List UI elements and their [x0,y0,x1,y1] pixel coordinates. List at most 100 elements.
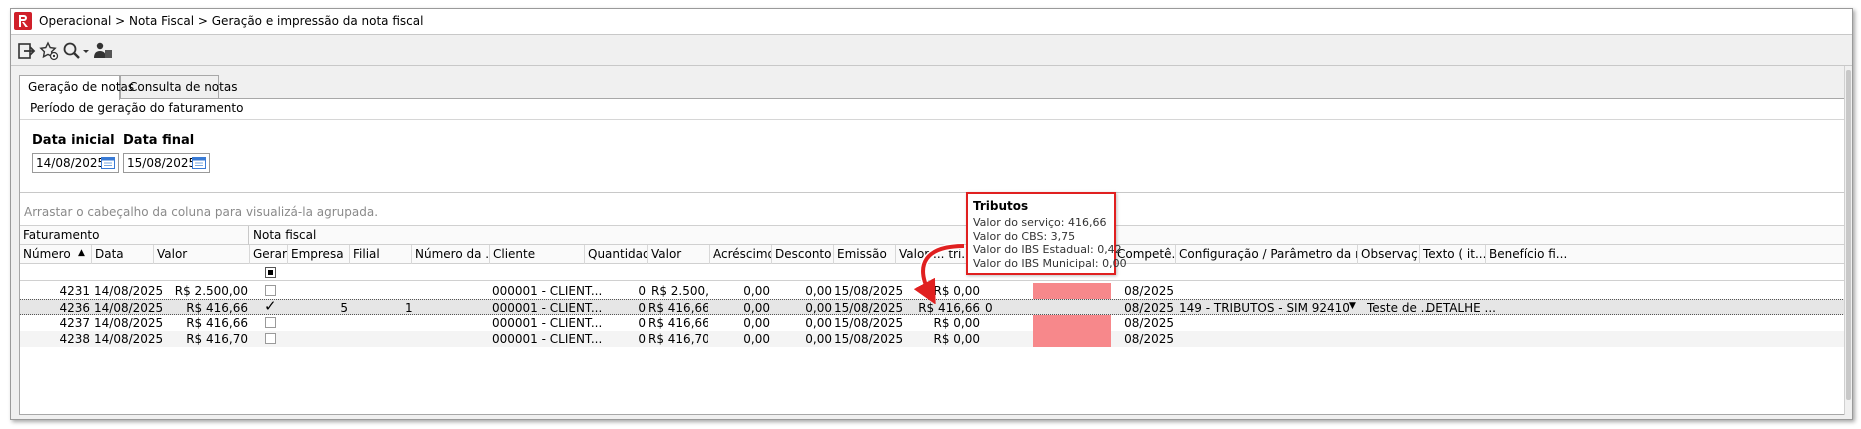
cell-valor: R$ 416,66 [186,301,248,315]
tooltip-title: Tributos [973,199,1029,213]
divider [20,119,1845,120]
calendar-icon[interactable] [192,157,206,169]
start-date-value: 14/08/2025 [36,156,106,170]
tab-consulta-notas[interactable]: Consulta de notas [120,75,237,99]
dropdown-arrow-icon[interactable]: ▼ [1349,301,1356,311]
tooltip-line: Valor do IBS Municipal: 0,00 [973,256,1127,270]
col-valor[interactable]: Valor [154,245,250,264]
cell-acrescimo: 0,00 [743,284,770,298]
cell-quantidade: 0 [638,332,646,346]
cell-filial: 1 [405,301,413,315]
cell-data: 14/08/2025 [94,332,164,346]
col-valor-nf[interactable]: Valor [648,245,710,264]
table-row[interactable]: 4237 14/08/2025 R$ 416,66 000001 - CLIEN… [20,315,1845,331]
cell-emissao: 15/08/2025 [834,332,904,346]
checkmark-icon[interactable]: ✓ [264,297,277,315]
col-texto[interactable]: Texto ( it... [1420,245,1486,264]
cell-emissao: 15/08/2025 [834,284,904,298]
search-icon[interactable] [62,41,90,61]
cell-data: 14/08/2025 [94,301,164,315]
exit-icon[interactable] [16,41,36,61]
band-faturamento[interactable]: Faturamento [20,226,249,245]
cell-valor: R$ 416,66 [186,316,248,330]
cell-emissao: 15/08/2025 [834,301,904,315]
table-row[interactable]: 4238 14/08/2025 R$ 416,70 000001 - CLIEN… [20,331,1845,347]
tab-geracao-notas[interactable]: Geração de notas [19,75,134,100]
cell-valor-tributos: R$ 0,00 [933,332,980,346]
vertical-scrollbar[interactable] [1844,66,1852,415]
tributos-tooltip: Tributos Valor do serviço: 416,66 Valor … [966,192,1127,275]
period-group-title: Período de geração do faturamento [30,101,244,115]
calendar-icon[interactable] [101,157,115,169]
cell-competencia: 08/2025 [1124,316,1174,330]
cell-emissao: 15/08/2025 [834,316,904,330]
col-acrescimo[interactable]: Acréscimo [710,245,772,264]
cell-valor-nf: R$ 2.500,... [651,284,709,298]
period-group: Período de geração do faturamento Data i… [20,99,1845,193]
cell-desconto: 0,00 [805,316,832,330]
cell-competencia: 08/2025 [1124,301,1174,315]
cell-quantidade: 0 [638,316,646,330]
cell-desconto: 0,00 [805,332,832,346]
cell-numero: 4238 [59,332,90,346]
cell-observacao: Teste de ... [1367,301,1433,315]
cell-valor: R$ 416,70 [186,332,248,346]
col-cliente[interactable]: Cliente [490,245,585,264]
end-date-value: 15/08/2025 [127,156,197,170]
col-numero-nf[interactable]: Número da ... [412,245,490,264]
group-by-hint[interactable]: Arrastar o cabeçalho da coluna para visu… [24,205,378,219]
cell-valor-nf: R$ 416,70 [648,332,708,346]
cell-empresa: 5 [340,301,348,315]
col-filial[interactable]: Filial [350,245,412,264]
title-bar: Operacional > Nota Fiscal > Geração e im… [11,9,1852,35]
col-gerar[interactable]: Gerar [250,245,288,264]
col-configuracao[interactable]: Configuração / Parâmetro da nota... [1176,245,1358,264]
cell-quantidade: 0 [638,284,646,298]
gerar-checkbox[interactable] [265,285,276,296]
col-desconto[interactable]: Desconto [772,245,834,264]
cell-texto: DETALHE ... [1426,301,1496,315]
cell-quantidade: 0 [638,301,646,315]
scrollbar-thumb[interactable] [1846,70,1851,400]
cell-data: 14/08/2025 [94,284,164,298]
col-quantidade[interactable]: Quantidade [585,245,648,264]
cell-valor-nf: R$ 416,66 [648,301,708,315]
gerar-checkbox[interactable] [265,317,276,328]
select-all-checkbox[interactable] [265,267,276,278]
start-date-field[interactable]: 14/08/2025 [32,153,119,173]
tooltip-line: Valor do serviço: 416,66 [973,216,1107,229]
cell-configuracao[interactable]: 149 - TRIBUTOS - SIM 92410 [1179,301,1350,315]
cell-acrescimo: 0,00 [743,316,770,330]
col-data[interactable]: Data [92,245,154,264]
cell-numero: 4237 [59,316,90,330]
cell-valor: R$ 2.500,00 [174,284,248,298]
cell-acrescimo: 0,00 [743,301,770,315]
user-icon[interactable] [93,41,113,61]
cell-valor-tributos: R$ 0,00 [933,316,980,330]
tooltip-line: Valor do IBS Estadual: 0,42 [973,243,1122,257]
cell-desconto: 0,00 [805,284,832,298]
col-beneficio-fiscal[interactable]: Benefício fi... [1486,245,1845,264]
highlight-cell [1033,331,1111,347]
toolbar [11,36,1852,66]
tooltip-line: Valor do CBS: 3,75 [973,229,1076,243]
cell-data: 14/08/2025 [94,316,164,330]
sort-asc-icon: ▲ [78,248,85,258]
cell-competencia: 08/2025 [1124,284,1174,298]
cell-extra: 0 [985,301,993,315]
gerar-checkbox[interactable] [265,333,276,344]
col-observacao[interactable]: Observaç... [1358,245,1420,264]
col-empresa[interactable]: Empresa [288,245,350,264]
curved-arrow-icon [913,242,965,304]
cell-numero: 4231 [59,284,90,298]
col-numero[interactable]: Número ▲ [20,245,92,264]
favorite-icon[interactable] [39,41,59,61]
col-emissao[interactable]: Emissão [834,245,896,264]
cell-desconto: 0,00 [805,301,832,315]
start-date-label: Data inicial [32,133,115,148]
app-window: Operacional > Nota Fiscal > Geração e im… [10,8,1853,420]
end-date-field[interactable]: 15/08/2025 [123,153,210,173]
cell-acrescimo: 0,00 [743,332,770,346]
end-date-label: Data final [123,133,195,148]
breadcrumb: Operacional > Nota Fiscal > Geração e im… [39,14,424,28]
